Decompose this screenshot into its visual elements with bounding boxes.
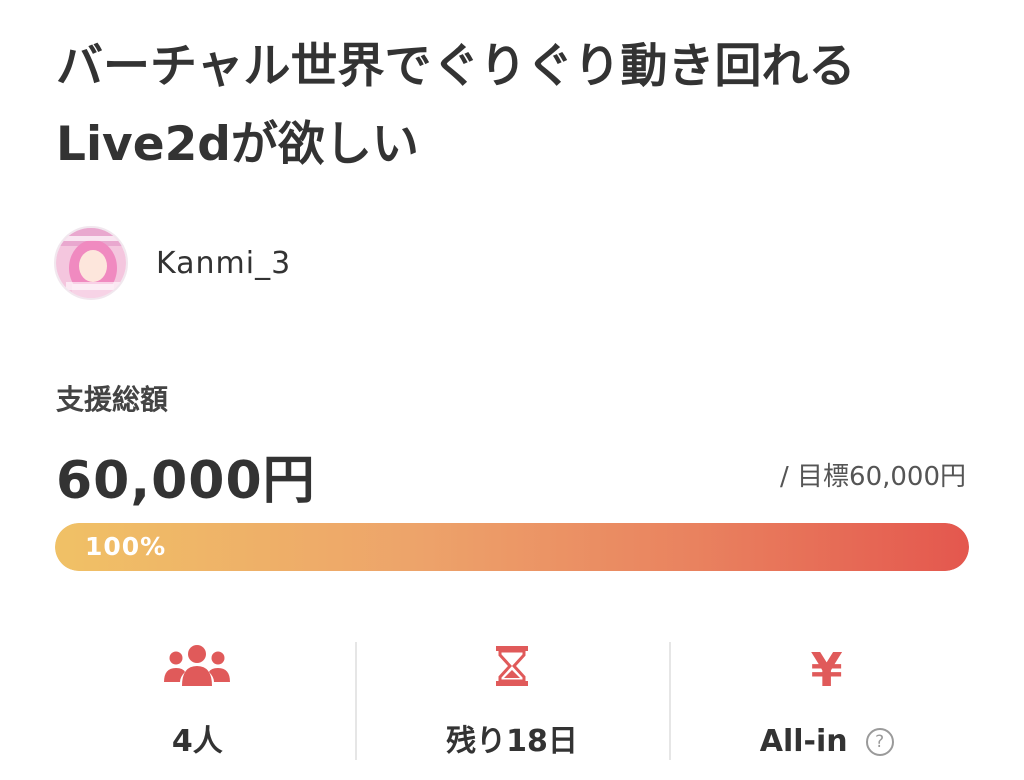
yen-symbol: ¥ (811, 644, 843, 696)
goal-amount: / 目標60,000円 (780, 456, 966, 493)
owner-name[interactable]: Kanmi_3 (156, 246, 291, 281)
funding-type-label: All-in (760, 724, 848, 759)
progress-fill (55, 523, 969, 571)
stat-supporters: 4人 (40, 636, 355, 760)
remaining-days: 残り18日 (446, 716, 578, 760)
total-support-label: 支援総額 (56, 378, 168, 418)
question-icon[interactable]: ? (866, 728, 894, 756)
supporters-icon (163, 644, 231, 688)
supporters-count: 4人 (172, 716, 223, 760)
yen-icon: ¥ (811, 644, 843, 696)
project-stats: 4人 残り18日 ¥ All-in ? (40, 636, 984, 760)
progress-bar: 100% (55, 523, 969, 571)
hourglass-icon (495, 644, 529, 688)
owner-avatar[interactable] (54, 226, 128, 300)
project-title: バーチャル世界でぐりぐり動き回れるLive2dが欲しい (56, 28, 956, 184)
funding-type: All-in ? (760, 724, 894, 759)
project-owner[interactable]: Kanmi_3 (54, 226, 291, 300)
stat-remaining: 残り18日 (355, 636, 670, 760)
stat-funding-type: ¥ All-in ? (669, 636, 984, 760)
progress-percent-label: 100% (85, 523, 166, 571)
total-support-amount: 60,000円 (56, 438, 316, 513)
